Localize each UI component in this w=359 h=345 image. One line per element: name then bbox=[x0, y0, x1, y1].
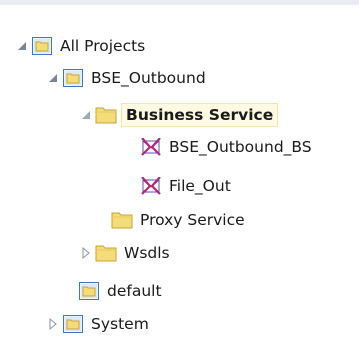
project-folder-icon bbox=[31, 37, 53, 55]
tree-node-default[interactable]: default bbox=[78, 278, 165, 304]
project-folder-icon bbox=[62, 315, 84, 333]
triangle-collapsed-icon[interactable] bbox=[80, 247, 92, 259]
tree-node-label: BSE_Outbound bbox=[91, 69, 206, 87]
tree-node-bse-outbound-bs[interactable]: BSE_Outbound_BS bbox=[140, 134, 315, 160]
tree-node-label: All Projects bbox=[60, 37, 146, 55]
tree-node-label: default bbox=[107, 282, 162, 300]
triangle-expanded-icon[interactable] bbox=[80, 109, 92, 121]
triangle-expanded-icon[interactable] bbox=[16, 40, 28, 52]
tree-node-label: System bbox=[91, 315, 149, 333]
tree-node-label: Proxy Service bbox=[140, 211, 245, 229]
business-service-icon bbox=[140, 138, 162, 156]
tree-node-file-out[interactable]: File_Out bbox=[140, 173, 234, 199]
top-border bbox=[0, 0, 359, 5]
business-service-icon bbox=[140, 177, 162, 195]
tree-node-proxy-service[interactable]: Proxy Service bbox=[111, 207, 248, 233]
tree-node-wsdls[interactable]: Wsdls bbox=[80, 240, 173, 266]
folder-icon bbox=[95, 244, 117, 262]
folder-icon bbox=[95, 106, 117, 124]
folder-icon bbox=[111, 211, 133, 229]
triangle-expanded-icon[interactable] bbox=[47, 72, 59, 84]
tree-node-label: BSE_Outbound_BS bbox=[169, 138, 312, 156]
tree-node-all-projects[interactable]: All Projects bbox=[16, 33, 148, 59]
tree-node-system[interactable]: System bbox=[47, 311, 152, 337]
tree-node-bse-outbound[interactable]: BSE_Outbound bbox=[47, 65, 209, 91]
project-folder-icon bbox=[62, 69, 84, 87]
tree-node-business-service[interactable]: Business Service bbox=[80, 102, 279, 128]
triangle-collapsed-icon[interactable] bbox=[47, 318, 59, 330]
tree-node-label-selected: Business Service bbox=[121, 103, 279, 127]
project-folder-icon bbox=[78, 282, 100, 300]
tree-node-label: File_Out bbox=[169, 177, 231, 195]
tree-node-label: Wsdls bbox=[124, 244, 170, 262]
